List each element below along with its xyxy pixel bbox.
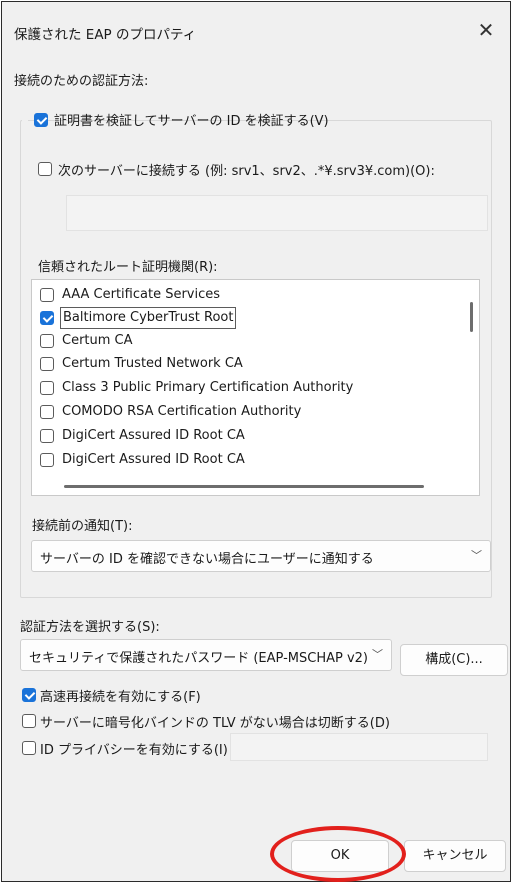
- fast-reconnect-label: 高速再接続を有効にする(F): [40, 690, 201, 705]
- notify-label: 接続前の通知(T):: [32, 519, 133, 534]
- auth-methods-heading: 接続のための認証方法:: [14, 74, 149, 89]
- auth-method-selected-value: セキュリティで保護されたパスワード (EAP-MSCHAP v2): [29, 651, 368, 666]
- verify-cert-checkbox[interactable]: [34, 113, 48, 127]
- title-bar: 保護された EAP のプロパティ ✕: [2, 2, 510, 60]
- verify-cert-option[interactable]: 証明書を検証してサーバーの ID を検証する(V): [22, 110, 329, 130]
- vertical-scrollbar[interactable]: [470, 302, 473, 332]
- notify-select[interactable]: サーバーの ID を確認できない場合にユーザーに通知する ﹀: [31, 540, 491, 572]
- ca-label: Class 3 Public Primary Certification Aut…: [62, 380, 354, 395]
- ca-label: DigiCert Assured ID Root CA: [62, 452, 245, 467]
- connect-servers-label: 次のサーバーに接続する (例: srv1、srv2、.*¥.srv3¥.com)…: [58, 164, 435, 179]
- id-privacy-input[interactable]: [230, 733, 488, 761]
- ca-label: AAA Certificate Services: [62, 287, 221, 302]
- auth-method-label: 認証方法を選択する(S):: [20, 620, 160, 635]
- ca-checkbox[interactable]: [40, 311, 54, 325]
- ca-checkbox[interactable]: [40, 334, 54, 348]
- id-privacy-checkbox[interactable]: [22, 741, 36, 755]
- dialog-window: 保護された EAP のプロパティ ✕ 接続のための認証方法: 証明書を検証してサ…: [1, 1, 511, 882]
- ca-checkbox[interactable]: [40, 405, 54, 419]
- trusted-ca-label: 信頼されたルート証明機関(R):: [38, 260, 218, 275]
- fast-reconnect-checkbox[interactable]: [22, 688, 36, 702]
- servers-input[interactable]: [66, 195, 488, 231]
- horizontal-scrollbar[interactable]: [64, 485, 424, 488]
- ca-checkbox[interactable]: [40, 381, 54, 395]
- connect-servers-checkbox[interactable]: [38, 162, 52, 176]
- disconnect-tlv-checkbox[interactable]: [22, 714, 36, 728]
- ca-label: Baltimore CyberTrust Root: [60, 307, 237, 329]
- ca-label: Certum Trusted Network CA: [62, 356, 243, 371]
- ca-checkbox[interactable]: [40, 288, 54, 302]
- ca-checkbox[interactable]: [40, 429, 54, 443]
- disconnect-tlv-label: サーバーに暗号化バインドの TLV がない場合は切断する(D): [40, 716, 390, 731]
- trusted-ca-list[interactable]: AAA Certificate Services Baltimore Cyber…: [31, 279, 480, 496]
- verify-cert-label: 証明書を検証してサーバーの ID を検証する(V): [54, 114, 329, 129]
- ca-checkbox[interactable]: [40, 453, 54, 467]
- chevron-down-icon: ﹀: [372, 648, 383, 661]
- auth-method-select[interactable]: セキュリティで保護されたパスワード (EAP-MSCHAP v2) ﹀: [20, 639, 392, 671]
- configure-button[interactable]: 構成(C)...: [400, 644, 508, 676]
- id-privacy-label: ID プライバシーを有効にする(I): [40, 743, 228, 758]
- ca-label: DigiCert Assured ID Root CA: [62, 428, 245, 443]
- ca-label: COMODO RSA Certification Authority: [62, 404, 302, 419]
- ca-label: Certum CA: [62, 333, 133, 348]
- ok-button[interactable]: OK: [291, 840, 389, 872]
- window-title: 保護された EAP のプロパティ: [14, 27, 197, 43]
- cancel-button[interactable]: キャンセル: [404, 840, 506, 872]
- chevron-down-icon: ﹀: [471, 549, 482, 562]
- close-icon[interactable]: ✕: [472, 16, 500, 44]
- notify-selected-value: サーバーの ID を確認できない場合にユーザーに通知する: [40, 552, 374, 567]
- ca-checkbox[interactable]: [40, 357, 54, 371]
